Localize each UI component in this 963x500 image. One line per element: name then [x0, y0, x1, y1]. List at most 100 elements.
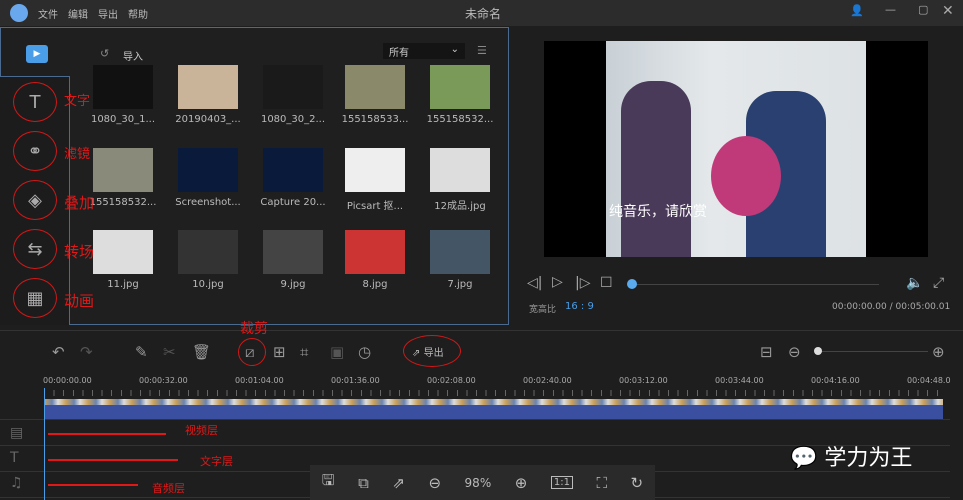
timeline-zoom-handle[interactable]: [814, 347, 822, 355]
duration-icon[interactable]: ◷: [358, 343, 371, 361]
media-thumbnail[interactable]: [430, 65, 490, 109]
menu-edit[interactable]: 编辑: [68, 6, 88, 21]
fit-timeline-icon[interactable]: ⊟: [760, 343, 773, 361]
export-icon: ⇗: [412, 348, 421, 359]
media-thumbnail[interactable]: [263, 65, 323, 109]
undo-icon[interactable]: ↶: [52, 343, 65, 361]
text-layer-annotation: 文字层: [200, 455, 233, 468]
ruler-label: 00:04:48.0: [907, 376, 951, 385]
media-filename: 8.jpg: [362, 279, 388, 290]
media-filename: 7.jpg: [447, 279, 473, 290]
menu-help[interactable]: 帮助: [128, 6, 148, 21]
transition-icon[interactable]: ⇆: [13, 229, 57, 269]
arrow-text: [48, 459, 178, 461]
fullscreen-icon[interactable]: ⤢: [933, 275, 944, 291]
zoom-in-icon[interactable]: ⊕: [515, 474, 528, 492]
list-view-icon[interactable]: ☰: [477, 44, 487, 57]
minimize-icon[interactable]: —: [885, 3, 896, 16]
video-layer-annotation: 视频层: [185, 424, 218, 437]
save-icon[interactable]: 🖫: [322, 470, 335, 495]
fit-icon[interactable]: ⛶: [596, 474, 607, 492]
close-icon[interactable]: ✕: [942, 3, 954, 19]
timeline-zoom-slider[interactable]: [818, 351, 928, 352]
share-icon[interactable]: ⇗: [392, 474, 405, 492]
menu-export[interactable]: 导出: [98, 6, 118, 21]
filter-select[interactable]: 所有 ⌄: [383, 43, 465, 59]
zoom-out-icon[interactable]: ⊖: [788, 343, 801, 361]
media-filename: Picsart 抠...: [346, 201, 404, 212]
text-track-icon: T: [10, 450, 19, 466]
preview-subtitle: 纯音乐，请欣赏: [609, 204, 707, 220]
time-display: 00:00:00.00 / 00:05:00.01: [832, 302, 951, 312]
animation-icon[interactable]: ▦: [13, 278, 57, 318]
sidebar-annotation: 叠加: [64, 194, 95, 212]
edit-icon[interactable]: ✎: [135, 343, 148, 361]
mosaic-icon[interactable]: ⌗: [300, 343, 308, 361]
next-frame-icon[interactable]: |▷: [575, 275, 590, 291]
aspect-value[interactable]: 16 : 9: [565, 301, 594, 312]
media-filename: 155158533...: [341, 114, 409, 125]
playhead[interactable]: [44, 388, 45, 500]
media-thumbnail[interactable]: [345, 230, 405, 274]
preview-image: [606, 41, 866, 257]
media-filename: Capture 20...: [260, 197, 326, 208]
audio-track-icon: ♫: [10, 475, 23, 491]
redo-icon[interactable]: ↷: [80, 343, 93, 361]
menu-file[interactable]: 文件: [38, 6, 58, 21]
media-thumbnail[interactable]: [345, 148, 405, 192]
delete-icon[interactable]: 🗑: [192, 343, 211, 361]
zoom-out-icon[interactable]: ⊖: [428, 474, 441, 492]
stop-icon[interactable]: ☐: [600, 275, 613, 291]
app-logo: [10, 4, 28, 22]
cut-icon[interactable]: ✂: [163, 343, 176, 361]
freeze-icon[interactable]: ▣: [330, 343, 344, 361]
import-button[interactable]: 导入: [123, 48, 143, 63]
arrow-video: [48, 433, 166, 435]
maximize-icon[interactable]: ▢: [918, 3, 928, 16]
media-thumbnail[interactable]: [93, 230, 153, 274]
media-thumbnail[interactable]: [93, 65, 153, 109]
import-icon[interactable]: ↺: [100, 47, 109, 60]
export-button[interactable]: ⇗ 导出: [412, 344, 444, 359]
title-bar: 文件 编辑 导出 帮助 未命名 👤 — ▢ ✕: [0, 0, 963, 26]
audio-waveform: [44, 405, 943, 419]
preview-screen: 纯音乐，请欣赏: [544, 41, 928, 257]
ruler-label: 00:01:04.00: [235, 376, 284, 385]
wechat-icon: 💬: [790, 446, 818, 471]
ruler-label: 00:02:08.00: [427, 376, 476, 385]
text-icon[interactable]: T: [13, 82, 57, 122]
arrow-audio: [48, 484, 138, 486]
media-thumbnail[interactable]: [263, 148, 323, 192]
media-thumbnail[interactable]: [430, 230, 490, 274]
media-thumbnail[interactable]: [178, 230, 238, 274]
ruler-label: 00:04:16.00: [811, 376, 860, 385]
media-thumbnail[interactable]: [93, 148, 153, 192]
media-thumbnail[interactable]: [345, 65, 405, 109]
media-thumbnail[interactable]: [263, 230, 323, 274]
crop-icon[interactable]: ⧄: [245, 343, 255, 361]
watermark: 💬 学力为王: [790, 440, 912, 472]
media-thumbnail[interactable]: [178, 65, 238, 109]
filter-value: 所有: [389, 48, 409, 59]
media-filename: 10.jpg: [192, 279, 224, 290]
media-filename: 20190403_...: [175, 114, 241, 125]
user-icon[interactable]: 👤: [850, 4, 864, 17]
actual-size-button[interactable]: 1:1: [550, 476, 573, 489]
overlay-icon[interactable]: ◈: [13, 180, 57, 220]
zoom-in-icon[interactable]: ⊕: [932, 343, 945, 361]
window-title: 未命名: [465, 7, 502, 21]
play-icon[interactable]: ▷: [552, 274, 563, 290]
media-tab-icon[interactable]: ▶: [26, 45, 48, 63]
volume-icon[interactable]: 🔈: [906, 275, 923, 291]
zoom-clip-icon[interactable]: ⊞: [273, 343, 286, 361]
media-thumbnail[interactable]: [178, 148, 238, 192]
person-left: [621, 81, 691, 257]
progress-track[interactable]: [632, 284, 879, 285]
media-thumbnail[interactable]: [430, 148, 490, 192]
prev-frame-icon[interactable]: ◁|: [527, 275, 542, 291]
filter-icon[interactable]: ⚭: [13, 131, 57, 171]
media-filename: 11.jpg: [107, 279, 139, 290]
rotate-icon[interactable]: ↻: [631, 474, 644, 492]
snapshot-icon[interactable]: ⧉: [358, 474, 369, 492]
progress-handle[interactable]: [627, 279, 637, 289]
